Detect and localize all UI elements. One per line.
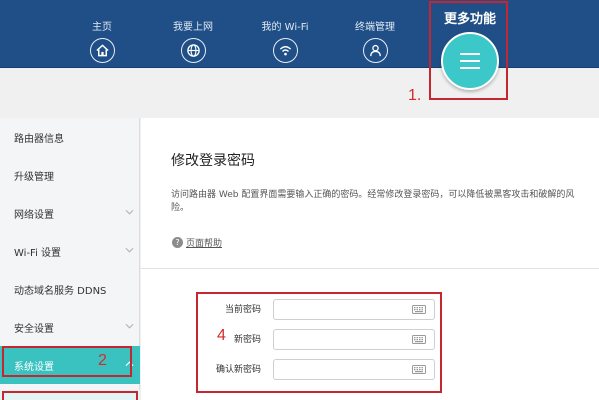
annotation-box-fields xyxy=(196,292,442,393)
sidebar-item-upgrade[interactable]: 升级管理 xyxy=(0,156,140,194)
sidebar-item-label: 升级管理 xyxy=(14,171,54,183)
wifi-icon xyxy=(272,38,298,63)
nav-home-label: 主页 xyxy=(92,22,112,33)
annotation-step-1: 1. xyxy=(408,87,422,104)
sidebar-item-router-info[interactable]: 路由器信息 xyxy=(0,118,140,156)
sidebar-item-ddns[interactable]: 动态域名服务 DDNS xyxy=(0,270,140,308)
nav-wifi-label: 我的 Wi-Fi xyxy=(261,22,309,33)
nav-home[interactable]: 主页 xyxy=(84,0,120,68)
chevron-down-icon xyxy=(125,247,134,253)
sidebar-item-security[interactable]: 安全设置 xyxy=(0,308,140,346)
annotation-box-more xyxy=(429,1,508,100)
sidebar-item-wifi[interactable]: Wi-Fi 设置 xyxy=(0,232,140,270)
help-icon: ? xyxy=(172,237,183,248)
sidebar-item-label: 动态域名服务 DDNS xyxy=(14,285,107,297)
sidebar-item-label: 网络设置 xyxy=(14,209,54,221)
chevron-down-icon xyxy=(125,209,134,215)
home-icon xyxy=(89,38,115,63)
annotation-step-2: 2 xyxy=(98,352,107,369)
annotation-step-4: 4 xyxy=(217,327,226,344)
annotation-box-subitem xyxy=(2,391,138,400)
globe-icon xyxy=(180,38,206,63)
nav-internet[interactable]: 我要上网 xyxy=(168,0,218,68)
sidebar-item-label: 路由器信息 xyxy=(14,133,64,145)
page-description: 访问路由器 Web 配置界面需要输入正确的密码。经常修改登录密码，可以降低被黑客… xyxy=(171,190,575,213)
page-title: 修改登录密码 xyxy=(171,153,255,169)
user-icon xyxy=(362,38,388,63)
router-admin-page: 主页 我要上网 我的 Wi-Fi 终端管理 更多功能 1. 路由器信息 升级管理… xyxy=(0,0,599,400)
nav-internet-label: 我要上网 xyxy=(173,22,213,33)
sidebar-item-label: 安全设置 xyxy=(14,323,54,335)
chevron-down-icon xyxy=(125,323,134,329)
sidebar-item-network[interactable]: 网络设置 xyxy=(0,194,140,232)
nav-devices[interactable]: 终端管理 xyxy=(350,0,400,68)
nav-devices-label: 终端管理 xyxy=(355,22,395,33)
divider xyxy=(141,268,599,269)
sidebar-item-label: Wi-Fi 设置 xyxy=(14,247,62,259)
annotation-box-system xyxy=(2,346,132,377)
page-help-link[interactable]: ? 页面帮助 xyxy=(172,236,222,249)
nav-wifi[interactable]: 我的 Wi-Fi xyxy=(255,0,315,68)
top-nav-bar: 主页 我要上网 我的 Wi-Fi 终端管理 更多功能 xyxy=(0,0,599,90)
page-help-label: 页面帮助 xyxy=(186,239,223,249)
